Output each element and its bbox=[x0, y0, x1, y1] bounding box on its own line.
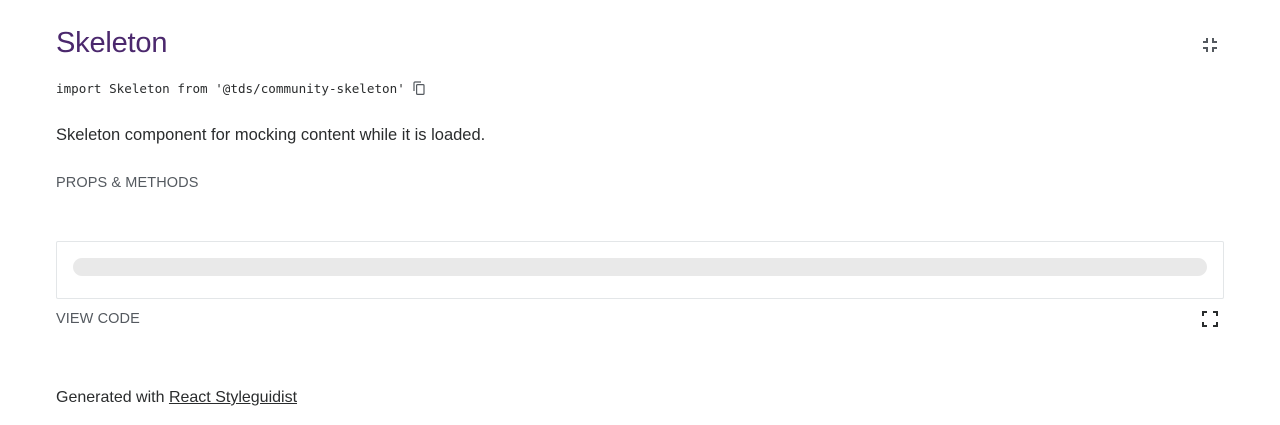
skeleton-placeholder bbox=[73, 258, 1207, 276]
footer: Generated with React Styleguidist bbox=[56, 387, 297, 409]
props-methods-toggle[interactable]: PROPS & METHODS bbox=[56, 173, 199, 193]
copy-icon bbox=[413, 81, 425, 95]
view-code-toggle[interactable]: VIEW CODE bbox=[56, 309, 140, 329]
styleguide-page: Skeleton import Skeleton from '@tds/comm… bbox=[0, 0, 1280, 425]
component-description: Skeleton component for mocking content w… bbox=[56, 126, 486, 144]
footer-text: Generated with bbox=[56, 389, 169, 406]
react-styleguidist-link[interactable]: React Styleguidist bbox=[169, 389, 297, 406]
component-title[interactable]: Skeleton bbox=[56, 24, 167, 62]
import-statement: import Skeleton from '@tds/community-ske… bbox=[56, 79, 426, 97]
example-preview bbox=[56, 241, 1224, 299]
fullscreen-icon bbox=[1202, 311, 1218, 327]
copy-button[interactable] bbox=[412, 80, 426, 96]
import-code: import Skeleton from '@tds/community-ske… bbox=[56, 80, 405, 96]
fullscreen-button[interactable] bbox=[1200, 309, 1220, 329]
collapse-icon bbox=[1203, 38, 1217, 52]
isolate-button[interactable] bbox=[1200, 35, 1220, 55]
